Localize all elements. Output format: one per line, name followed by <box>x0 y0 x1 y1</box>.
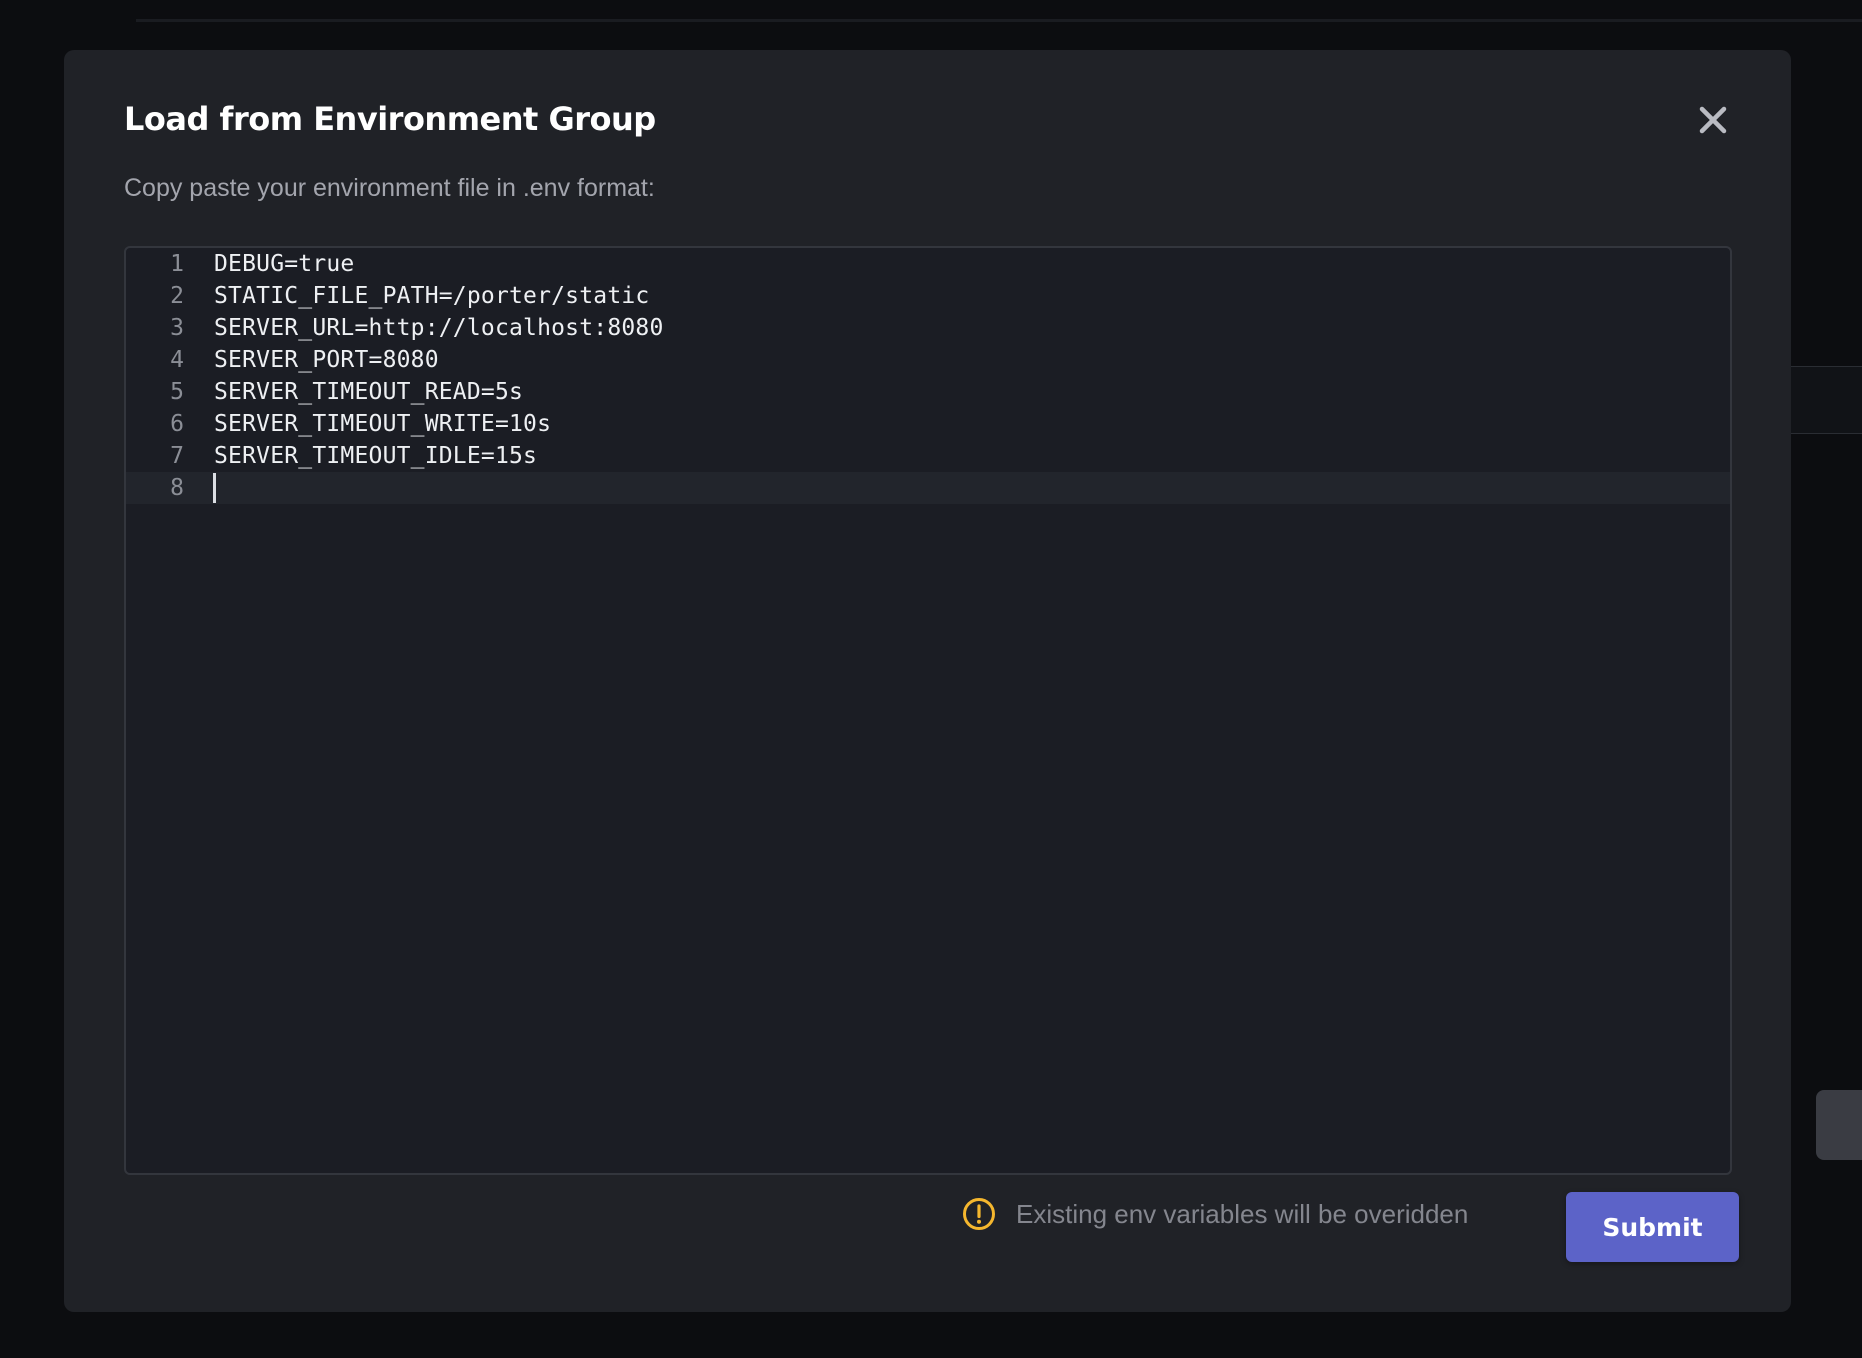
line-text: SERVER_TIMEOUT_WRITE=10s <box>214 411 552 437</box>
close-icon <box>1699 106 1727 134</box>
line-number: 4 <box>170 347 184 373</box>
line-number: 8 <box>170 475 184 501</box>
editor-line[interactable]: 4 SERVER_PORT=8080 <box>126 344 1730 376</box>
line-text: SERVER_TIMEOUT_IDLE=15s <box>214 443 538 469</box>
modal-title: Load from Environment Group <box>124 100 656 138</box>
submit-button[interactable]: Submit <box>1566 1192 1739 1262</box>
line-text: STATIC_FILE_PATH=/porter/static <box>214 283 650 309</box>
override-warning: Existing env variables will be overidden <box>962 1193 1468 1235</box>
warning-icon <box>963 1198 995 1230</box>
load-env-group-modal: Load from Environment Group Copy paste y… <box>64 50 1791 1312</box>
line-text: SERVER_TIMEOUT_READ=5s <box>214 379 524 405</box>
background-button <box>1816 1090 1862 1160</box>
line-number: 3 <box>170 315 184 341</box>
close-button[interactable] <box>1688 95 1738 145</box>
editor-line[interactable]: 7 SERVER_TIMEOUT_IDLE=15s <box>126 440 1730 472</box>
line-number: 1 <box>170 251 184 277</box>
line-number: 2 <box>170 283 184 309</box>
editor-line[interactable]: 1 DEBUG=true <box>126 248 1730 280</box>
line-number: 6 <box>170 411 184 437</box>
text-caret <box>213 473 216 503</box>
line-text: SERVER_PORT=8080 <box>214 347 439 373</box>
line-text: DEBUG=true <box>214 251 355 277</box>
line-number: 5 <box>170 379 184 405</box>
modal-subtitle: Copy paste your environment file in .env… <box>124 174 655 202</box>
editor-line[interactable]: 2 STATIC_FILE_PATH=/porter/static <box>126 280 1730 312</box>
editor-line[interactable]: 5 SERVER_TIMEOUT_READ=5s <box>126 376 1730 408</box>
line-text: SERVER_URL=http://localhost:8080 <box>214 315 664 341</box>
background-table-row <box>1790 366 1862 434</box>
env-code-editor[interactable]: 1 DEBUG=true 2 STATIC_FILE_PATH=/porter/sta… <box>124 246 1732 1175</box>
warning-text: Existing env variables will be overidden <box>1016 1198 1469 1229</box>
editor-line[interactable]: 3 SERVER_URL=http://localhost:8080 <box>126 312 1730 344</box>
editor-line[interactable]: 8 <box>126 472 1730 504</box>
editor-line[interactable]: 6 SERVER_TIMEOUT_WRITE=10s <box>126 408 1730 440</box>
line-number: 7 <box>170 443 184 469</box>
background-divider <box>136 19 1862 22</box>
